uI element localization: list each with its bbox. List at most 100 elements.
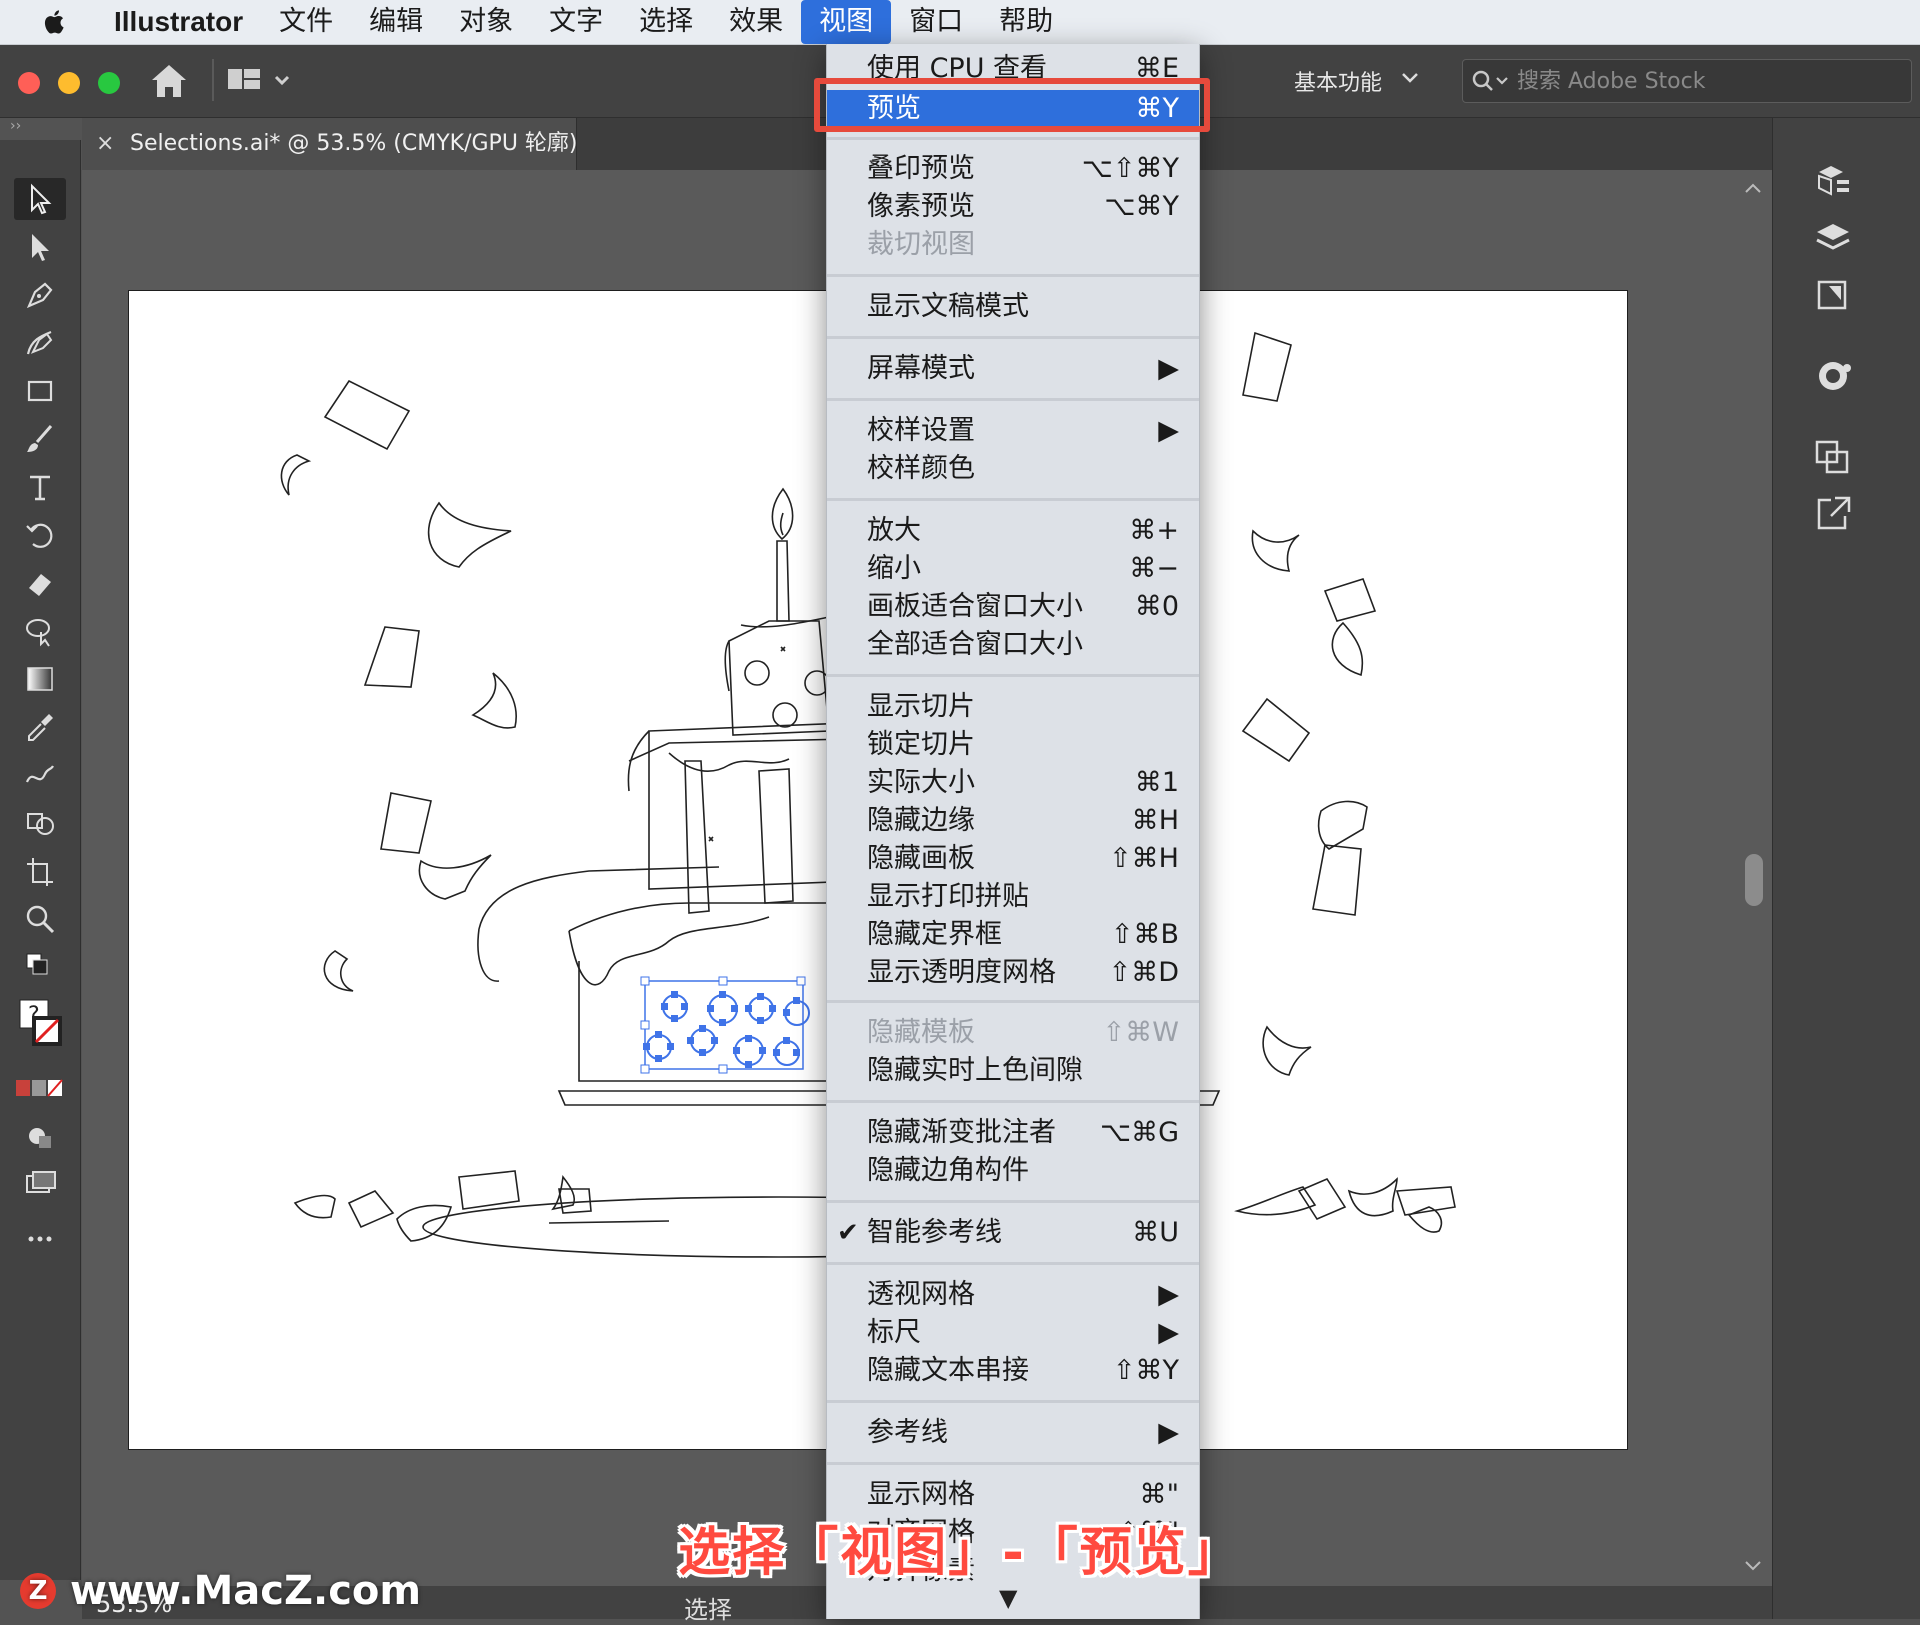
menu-item-proof-colors[interactable]: 校样颜色 — [827, 450, 1199, 488]
workspace-switcher-label[interactable]: 基本功能 — [1294, 65, 1382, 97]
menu-item-proof-setup[interactable]: 校样设置 ▶ — [827, 412, 1199, 450]
menu-scroll-down-arrow[interactable]: ▼ — [999, 1584, 1017, 1612]
menu-separator — [827, 674, 1199, 677]
search-icon — [1471, 68, 1511, 94]
menu-item-guides[interactable]: 参考线 ▶ — [827, 1414, 1199, 1452]
artboard-tool-icon[interactable] — [14, 850, 66, 892]
menu-item-hide-bounding-box[interactable]: 隐藏定界框 ⇧⌘B — [827, 916, 1199, 954]
arrange-documents-icon[interactable] — [226, 63, 296, 97]
document-tab-title: Selections.ai* @ 53.5% (CMYK/GPU 轮廓) — [130, 131, 578, 156]
color-guide-icon[interactable] — [1811, 354, 1855, 398]
menu-item-overprint-preview[interactable]: 叠印预览 ⌥⇧⌘Y — [827, 150, 1199, 188]
home-icon[interactable] — [148, 61, 190, 101]
menu-separator — [827, 1000, 1199, 1003]
menubar-select[interactable]: 选择 — [621, 0, 711, 44]
menubar-file[interactable]: 文件 — [261, 0, 351, 44]
default-fill-stroke-icon[interactable] — [14, 946, 66, 988]
current-tool-status: 选择 — [684, 1596, 732, 1624]
menu-separator — [827, 498, 1199, 501]
menu-item-hide-artboards[interactable]: 隐藏画板 ⇧⌘H — [827, 840, 1199, 878]
menu-item-show-print-tiling[interactable]: 显示打印拼贴 — [827, 878, 1199, 916]
tools-panel: ? — [0, 140, 81, 1580]
menu-item-hide-edges[interactable]: 隐藏边缘 ⌘H — [827, 802, 1199, 840]
menubar-effect[interactable]: 效果 — [711, 0, 801, 44]
menu-item-fit-all[interactable]: 全部适合窗口大小 — [827, 626, 1199, 664]
curvature-tool-icon[interactable] — [14, 322, 66, 364]
menubar-view[interactable]: 视图 — [801, 0, 892, 44]
eyedropper-tool-icon[interactable] — [14, 706, 66, 748]
watermark: Z www.MacZ.com — [20, 1568, 421, 1614]
more-tools-icon[interactable] — [14, 1218, 66, 1260]
menu-item-hide-text-threads[interactable]: 隐藏文本串接 ⇧⌘Y — [827, 1352, 1199, 1390]
menubar-app-name[interactable]: Illustrator — [106, 0, 261, 44]
selection-anchor-points — [640, 976, 806, 1074]
transform-panel-icon[interactable] — [1811, 436, 1855, 480]
menu-item-screen-mode[interactable]: 屏幕模式 ▶ — [827, 350, 1199, 388]
menubar-edit[interactable]: 编辑 — [351, 0, 441, 44]
gradient-tool-icon[interactable] — [14, 658, 66, 700]
vertical-scrollbar[interactable] — [1738, 178, 1768, 1578]
direct-selection-tool-icon[interactable] — [14, 226, 66, 268]
shape-builder-tool-icon[interactable] — [14, 802, 66, 844]
free-transform-tool-icon[interactable] — [14, 610, 66, 652]
menu-item-presentation-mode[interactable]: 显示文稿模式 — [827, 288, 1199, 326]
document-tab[interactable]: × Selections.ai* @ 53.5% (CMYK/GPU 轮廓) — [82, 118, 578, 170]
eraser-tool-icon[interactable] — [14, 562, 66, 604]
menubar-help[interactable]: 帮助 — [981, 0, 1071, 44]
menu-separator — [827, 1100, 1199, 1103]
menu-separator — [827, 398, 1199, 401]
menu-item-trim-view: 裁切视图 — [867, 229, 975, 260]
type-tool-icon[interactable] — [14, 466, 66, 508]
menu-item-zoom-out[interactable]: 缩小 ⌘− — [827, 550, 1199, 588]
screen-mode-icon[interactable] — [14, 1162, 66, 1204]
chevron-down-icon[interactable] — [1400, 67, 1420, 87]
menu-item-show-transparency-grid[interactable]: 显示透明度网格 ⇧⌘D — [827, 954, 1199, 992]
menu-separator — [827, 137, 1199, 140]
menu-separator — [827, 336, 1199, 339]
search-input[interactable] — [1515, 64, 1899, 98]
adobe-stock-search[interactable] — [1462, 59, 1912, 103]
menu-item-show-grid[interactable]: 显示网格 ⌘" — [827, 1476, 1199, 1514]
artboards-panel-icon[interactable] — [1811, 274, 1855, 318]
menubar-object[interactable]: 对象 — [441, 0, 531, 44]
menu-separator — [827, 274, 1199, 277]
menu-item-zoom-in[interactable]: 放大 ⌘+ — [827, 512, 1199, 550]
color-mode-buttons[interactable] — [14, 1068, 66, 1110]
paintbrush-tool-icon[interactable] — [14, 418, 66, 460]
apple-icon[interactable] — [40, 4, 76, 40]
close-window-button[interactable] — [18, 72, 40, 94]
menu-item-hide-corner-widget[interactable]: 隐藏边角构件 — [827, 1152, 1199, 1190]
minimize-window-button[interactable] — [58, 72, 80, 94]
panel-dock — [1772, 118, 1920, 1619]
rotate-tool-icon[interactable] — [14, 514, 66, 556]
menu-item-smart-guides[interactable]: ✔ 智能参考线 ⌘U — [827, 1214, 1199, 1252]
collapse-toolbar-icon[interactable]: ›› — [10, 118, 21, 136]
layers-icon[interactable] — [1811, 218, 1855, 262]
macz-logo-icon: Z — [20, 1573, 56, 1609]
libraries-icon[interactable] — [1811, 162, 1855, 206]
rectangle-tool-icon[interactable] — [14, 370, 66, 412]
fill-stroke-swatch[interactable]: ? — [14, 992, 66, 1064]
menu-item-pixel-preview[interactable]: 像素预览 ⌥⌘Y — [827, 188, 1199, 226]
selection-tool-icon[interactable] — [14, 178, 66, 220]
macos-menubar: Illustrator 文件 编辑 对象 文字 选择 效果 视图 窗口 帮助 — [0, 0, 1920, 45]
close-tab-icon[interactable]: × — [96, 118, 114, 170]
zoom-window-button[interactable] — [98, 72, 120, 94]
menu-item-hide-live-paint-gaps[interactable]: 隐藏实时上色间隙 — [827, 1052, 1199, 1090]
menu-item-rulers[interactable]: 标尺 ▶ — [827, 1314, 1199, 1352]
menu-item-actual-size[interactable]: 实际大小 ⌘1 — [827, 764, 1199, 802]
menubar-type[interactable]: 文字 — [531, 0, 621, 44]
pen-tool-icon[interactable] — [14, 274, 66, 316]
menu-item-fit-artboard[interactable]: 画板适合窗口大小 ⌘0 — [827, 588, 1199, 626]
blend-tool-icon[interactable] — [14, 754, 66, 796]
menu-item-hide-gradient-annotator[interactable]: 隐藏渐变批注者 ⌥⌘G — [827, 1114, 1199, 1152]
menu-item-perspective-grid[interactable]: 透视网格 ▶ — [827, 1276, 1199, 1314]
export-icon[interactable] — [1811, 492, 1855, 536]
menu-item-lock-slices[interactable]: 锁定切片 — [827, 726, 1199, 764]
menu-separator — [827, 1262, 1199, 1265]
checkmark-icon: ✔ — [837, 1218, 859, 1248]
zoom-tool-icon[interactable] — [14, 898, 66, 940]
menu-item-show-slices[interactable]: 显示切片 — [827, 688, 1199, 726]
menubar-window[interactable]: 窗口 — [891, 0, 981, 44]
drawing-mode-icon[interactable] — [14, 1116, 66, 1158]
